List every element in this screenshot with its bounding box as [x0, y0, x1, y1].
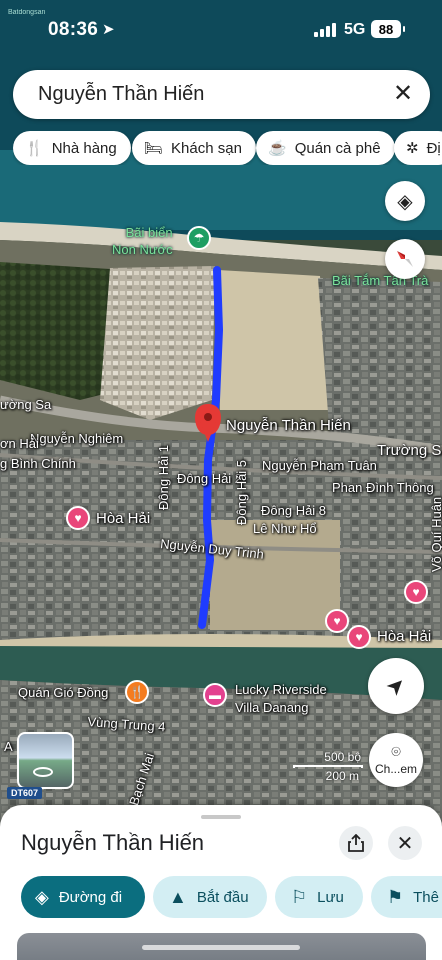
start-label: Bắt đầu	[196, 888, 249, 906]
chip-label: Quán cà phê	[294, 139, 381, 157]
status-bar: Batdongsan 08:36 ➤ 5G 88	[0, 0, 442, 56]
navigation-arrow-icon: ➤	[380, 670, 412, 702]
chip-attractions[interactable]: ✲ Đị	[394, 131, 442, 165]
road-label: g Bình Chính	[0, 456, 76, 471]
heart-icon[interactable]: ♥	[325, 609, 349, 633]
directions-button[interactable]: ◈ Đường đi	[21, 876, 145, 918]
area-label: Hòa Hải	[377, 628, 432, 645]
close-button[interactable]: ✕	[388, 826, 422, 860]
road-label: Nguyễn Phạm Tuân	[262, 458, 377, 473]
compass-icon	[397, 251, 413, 267]
save-label: Lưu	[317, 888, 344, 906]
network-type: 5G	[344, 21, 366, 38]
compass-button[interactable]	[385, 239, 425, 279]
poi-label[interactable]: Lucky Riverside Villa Danang	[235, 681, 327, 717]
road-label: Đông Hải 2	[177, 471, 243, 486]
place-sheet[interactable]: Nguyễn Thần Hiến ✕ ◈ Đường đi ▲ Bắt đầu …	[0, 805, 442, 960]
road-label: Đông Hải 5	[234, 459, 249, 525]
area-label: Hòa Hải	[96, 510, 151, 527]
beach-label[interactable]: Bãi biển Non Nước	[112, 224, 173, 258]
fork-knife-icon: 🍴	[25, 140, 44, 157]
close-icon: ✕	[396, 832, 414, 855]
bed-icon: 🛏	[144, 140, 164, 157]
scale-meters: 200 m	[325, 769, 359, 783]
street-view-thumbnail[interactable]	[17, 732, 74, 789]
restaurant-icon[interactable]: 🍴	[125, 680, 149, 704]
road-label: Võ Quí Huân	[429, 496, 442, 572]
camera-icon: ⌾	[391, 744, 401, 761]
chip-restaurants[interactable]: 🍴 Nhà hàng	[13, 131, 131, 165]
flag-icon: ⚑	[387, 886, 404, 907]
signal-icon	[314, 23, 336, 37]
search-input[interactable]: Nguyễn Thần Hiến	[38, 83, 204, 106]
search-area-button[interactable]: ⌾ Ch...em	[369, 733, 423, 787]
share-icon	[348, 834, 364, 852]
location-arrow-icon: ➤	[102, 21, 115, 38]
chip-label: Nhà hàng	[51, 139, 117, 157]
share-button[interactable]	[339, 826, 373, 860]
add-label-text: Thê	[413, 888, 439, 906]
heart-icon[interactable]: ♥	[404, 580, 428, 604]
road-label: Phan Đình Thông	[332, 480, 434, 495]
watermark: Batdongsan	[8, 9, 46, 16]
coffee-cup-icon: ☕	[268, 140, 287, 157]
bed-icon[interactable]: ▬	[203, 683, 227, 707]
road-label: ơn Hải	[0, 436, 39, 451]
map-scale: 500 bộ 200 m	[293, 750, 363, 783]
battery-level: 88	[378, 21, 394, 37]
add-label-button[interactable]: ⚑ Thê	[371, 876, 442, 918]
status-time: 08:36	[48, 19, 99, 40]
search-bar[interactable]: Nguyễn Thần Hiến ✕	[13, 70, 430, 119]
road-label: A	[4, 739, 13, 754]
place-title: Nguyễn Thần Hiến	[21, 830, 205, 855]
road-label: Trường Sa	[377, 442, 442, 459]
chip-label: Khách sạn	[171, 139, 242, 157]
layers-icon: ◈	[397, 190, 413, 213]
poi-label[interactable]: Quán Gió Đồng	[18, 686, 108, 699]
navigation-arrow-icon: ▲	[169, 886, 187, 907]
ferris-wheel-icon: ✲	[406, 140, 419, 157]
chip-cafes[interactable]: ☕ Quán cà phê	[256, 131, 395, 165]
directions-label: Đường đi	[58, 888, 123, 906]
start-button[interactable]: ▲ Bắt đầu	[153, 876, 267, 918]
road-label: Đông Hải 1	[156, 444, 171, 510]
scale-feet: 500 bộ	[324, 750, 361, 764]
my-location-button[interactable]: ➤	[368, 658, 424, 714]
bookmark-icon: ⚐	[291, 886, 308, 907]
heart-icon[interactable]: ♥	[347, 625, 371, 649]
beach-umbrella-icon[interactable]: ☂	[187, 226, 211, 250]
rotate-360-icon	[33, 767, 53, 777]
directions-icon: ◈	[35, 886, 49, 907]
heart-icon[interactable]: ♥	[66, 506, 90, 530]
road-label: Lê Như Hổ	[253, 521, 317, 536]
home-indicator	[142, 945, 300, 950]
layers-button[interactable]: ◈	[385, 181, 425, 221]
drag-handle[interactable]	[201, 815, 241, 819]
search-area-label: Ch...em	[374, 762, 417, 776]
road-label: ường Sa	[0, 397, 52, 412]
street-label: Nguyễn Thần Hiến	[226, 417, 351, 434]
close-icon[interactable]: ✕	[390, 81, 416, 107]
scale-line	[293, 765, 363, 768]
road-label: Nguyễn Nghiêm	[30, 431, 124, 446]
chip-hotels[interactable]: 🛏 Khách sạn	[132, 131, 256, 165]
save-button[interactable]: ⚐ Lưu	[275, 876, 363, 918]
chip-label: Đị	[426, 139, 441, 157]
road-label: Đông Hải 8	[261, 503, 327, 518]
battery-icon: 88	[371, 20, 405, 38]
category-chips: 🍴 Nhà hàng 🛏 Khách sạn ☕ Quán cà phê ✲ Đ…	[13, 131, 442, 165]
road-badge: DT607	[7, 787, 43, 799]
